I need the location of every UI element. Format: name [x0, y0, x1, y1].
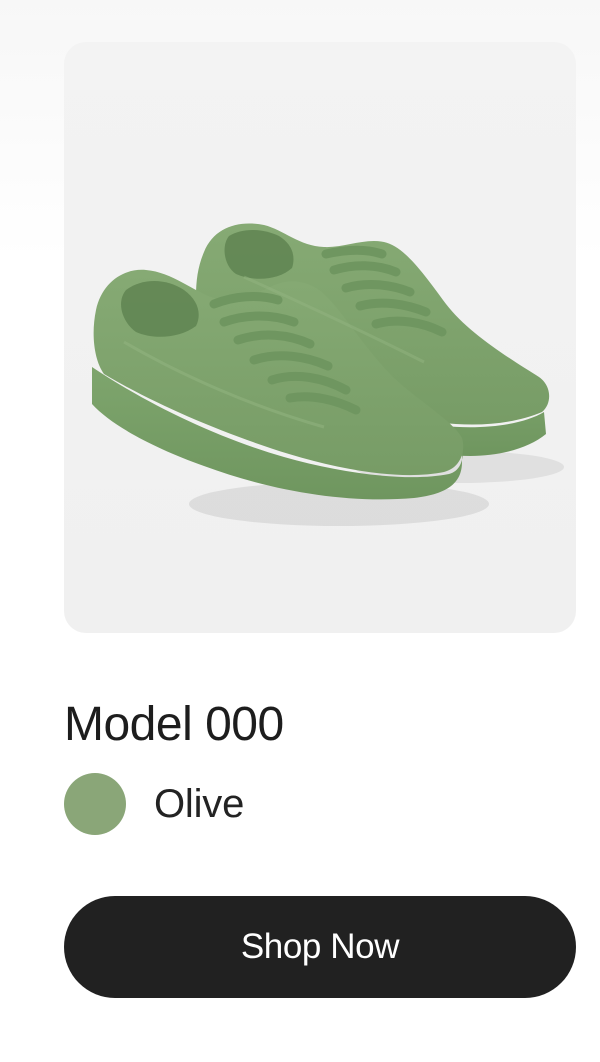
product-card: Model 000 Olive Shop Now [0, 0, 600, 1062]
olive-sneakers-icon [92, 223, 564, 526]
color-swatch-olive[interactable] [64, 773, 126, 835]
shop-now-button[interactable]: Shop Now [64, 896, 576, 998]
product-name: Model 000 [64, 698, 284, 751]
product-image[interactable] [64, 42, 576, 633]
color-name: Olive [154, 782, 245, 826]
color-selector: Olive [64, 773, 244, 835]
